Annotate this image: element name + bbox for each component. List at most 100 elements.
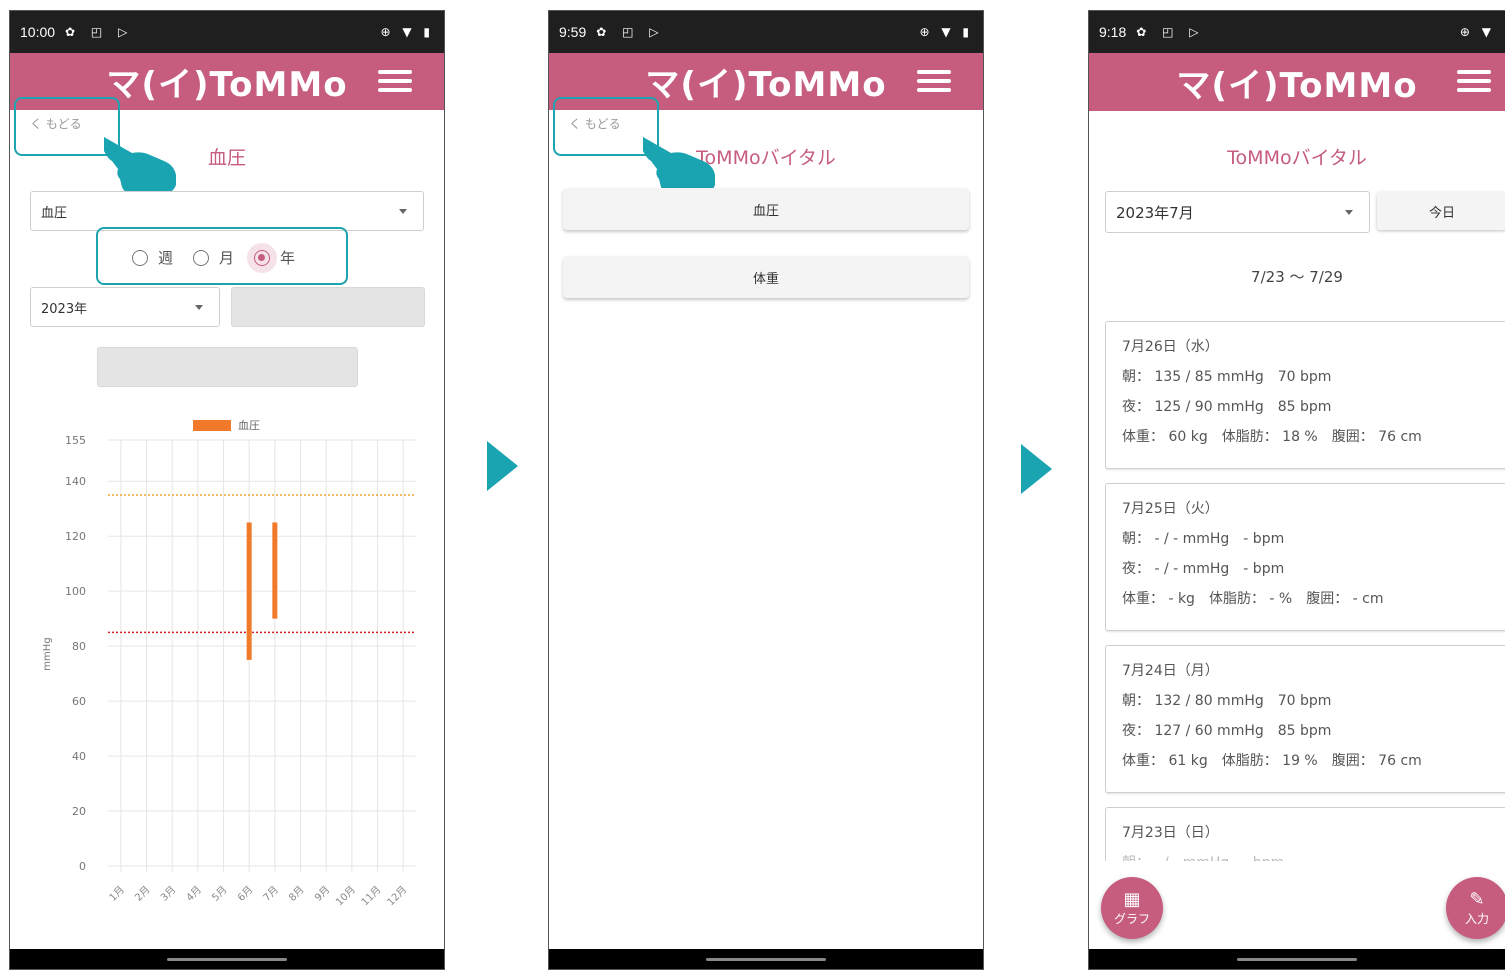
month-value: 2023年7月 — [1116, 203, 1194, 222]
card-morning: 朝： 132 / 80 mmHg 70 bpm — [1122, 693, 1332, 709]
card-morning: 朝： - / - mmHg - bpm — [1122, 531, 1285, 547]
vitals-card[interactable]: 7月25日（火） 朝： - / - mmHg - bpm 夜： - / - mm… — [1105, 483, 1505, 631]
disabled-button — [97, 347, 358, 387]
home-indicator[interactable] — [706, 958, 826, 961]
system-nav-bar — [10, 949, 444, 969]
card-date: 7月24日（月） — [1122, 663, 1219, 679]
y-tick-label: 0 — [79, 860, 86, 873]
month-select[interactable]: 2023年7月 — [1105, 191, 1370, 233]
app-logo: マ(イ)ToMMo — [106, 65, 348, 105]
app-header: マ(イ)ToMMo — [10, 53, 444, 110]
status-right-icons: ⊕ ▼ — [1459, 25, 1495, 39]
week-range: 7/23 ～ 7/29 — [1251, 268, 1343, 286]
x-tick-label: 9月 — [312, 884, 332, 904]
y-tick-label: 155 — [65, 434, 86, 447]
back-button[interactable]: く もどる — [30, 115, 82, 132]
home-indicator[interactable] — [167, 958, 287, 961]
chevron-down-icon — [399, 209, 407, 214]
x-tick-label: 4月 — [184, 884, 204, 904]
system-nav-bar — [549, 949, 983, 969]
status-right-icons: ⊕ ▼ ▮ — [380, 25, 434, 39]
page-title: ToMMoバイタル — [1227, 147, 1367, 169]
bp-range-bar — [272, 522, 278, 619]
vital-type-select[interactable]: 血圧 — [30, 191, 424, 231]
hamburger-icon[interactable] — [1457, 70, 1491, 92]
app-logo: マ(イ)ToMMo — [645, 65, 887, 105]
legend-label: 血圧 — [238, 418, 260, 432]
x-tick-label: 8月 — [287, 884, 307, 904]
year-value: 2023年 — [41, 301, 88, 317]
status-bar: 9:18 ✿ ◰ ▷ ⊕ ▼ — [1089, 11, 1505, 53]
x-tick-label: 3月 — [158, 884, 178, 904]
status-icons: ✿ ◰ ▷ — [65, 25, 134, 39]
weight-button[interactable]: 体重 — [563, 256, 969, 298]
card-body: 体重： - kg 体脂肪： - % 腹囲： - cm — [1122, 591, 1384, 607]
year-select[interactable]: 2023年 — [30, 287, 220, 327]
home-indicator[interactable] — [1237, 958, 1357, 961]
y-tick-label: 120 — [65, 530, 86, 543]
period-radio-group: 週 月 年 — [132, 242, 315, 273]
blood-pressure-button[interactable]: 血圧 — [563, 188, 969, 230]
app-header: マ(イ)ToMMo — [549, 53, 983, 110]
page-title: ToMMoバイタル — [696, 147, 836, 169]
status-time: 9:59 — [559, 24, 587, 40]
hamburger-icon[interactable] — [378, 70, 412, 92]
bp-range-bar — [246, 522, 252, 660]
status-bar: 10:00 ✿ ◰ ▷ ⊕ ▼ ▮ — [10, 11, 444, 53]
system-nav-bar — [1089, 949, 1505, 969]
blood-pressure-chart: 0 20 40 60 80 100 120 140 155 1月 2月 3月 4月 5月 6月 7月 8月 9月 1… — [10, 406, 444, 908]
hamburger-icon[interactable] — [917, 70, 951, 92]
vitals-card[interactable]: 7月23日（日） 朝： - / - mmHg - bpm — [1105, 807, 1505, 861]
radio-year[interactable]: 年 — [247, 242, 295, 273]
phone-screen-vitals-list: 9:18 ✿ ◰ ▷ ⊕ ▼ マ(イ)ToMMo ToMMoバイタル 2023年… — [1088, 10, 1505, 970]
chart-icon: ▦ — [1123, 888, 1141, 910]
flow-arrow-icon — [487, 441, 518, 491]
x-tick-label: 2月 — [133, 884, 153, 904]
y-tick-label: 40 — [72, 750, 86, 763]
card-night: 夜： 127 / 60 mmHg 85 bpm — [1122, 723, 1332, 739]
input-fab-label: 入力 — [1464, 911, 1489, 926]
x-tick-label: 11月 — [359, 884, 384, 906]
y-tick-label: 140 — [65, 475, 86, 488]
status-right-icons: ⊕ ▼ ▮ — [919, 25, 973, 39]
vitals-card[interactable]: 7月26日（水） 朝： 135 / 85 mmHg 70 bpm 夜： 125 … — [1105, 321, 1505, 469]
today-button[interactable]: 今日 — [1377, 192, 1505, 230]
vitals-list[interactable]: 7月26日（水） 朝： 135 / 85 mmHg 70 bpm 夜： 125 … — [1105, 319, 1505, 861]
radio-month[interactable]: 月 — [193, 247, 234, 268]
y-tick-label: 60 — [72, 695, 86, 708]
status-icons: ✿ ◰ ▷ — [1136, 25, 1205, 39]
vitals-card[interactable]: 7月24日（月） 朝： 132 / 80 mmHg 70 bpm 夜： 127 … — [1105, 645, 1505, 793]
card-date: 7月25日（火） — [1122, 501, 1219, 517]
chart-svg: 0204060801001201401551月 2月 3月 4月 5月 6月 7月 8月 9月 1… — [42, 418, 416, 908]
graph-fab[interactable]: ▦ グラフ — [1101, 877, 1163, 939]
x-tick-label: 12月 — [385, 884, 410, 906]
flow-arrow-icon — [1021, 444, 1052, 494]
y-tick-label: 100 — [65, 585, 86, 598]
disabled-field — [231, 287, 425, 327]
chevron-down-icon — [195, 305, 203, 310]
status-time: 9:18 — [1099, 24, 1127, 40]
page-title: 血圧 — [207, 147, 246, 169]
pencil-icon: ✎ — [1469, 888, 1485, 910]
x-tick-label: 5月 — [210, 884, 230, 904]
card-date: 7月26日（水） — [1122, 339, 1219, 355]
card-morning: 朝： 135 / 85 mmHg 70 bpm — [1122, 369, 1332, 385]
y-tick-label: 20 — [72, 805, 86, 818]
vital-type-value: 血圧 — [41, 205, 68, 221]
app-header: マ(イ)ToMMo — [1089, 53, 1505, 111]
app-logo: マ(イ)ToMMo — [1176, 65, 1418, 106]
status-time: 10:00 — [20, 24, 56, 40]
phone-screen-vitals-menu: 9:59 ✿ ◰ ▷ ⊕ ▼ ▮ マ(イ)ToMMo く もどる ToMMoバイ… — [548, 10, 984, 970]
input-fab[interactable]: ✎ 入力 — [1446, 877, 1505, 939]
status-icons: ✿ ◰ ▷ — [596, 25, 665, 39]
card-date: 7月23日（日） — [1122, 825, 1219, 841]
radio-week[interactable]: 週 — [132, 247, 173, 268]
card-body: 体重： 60 kg 体脂肪： 18 % 腹囲： 76 cm — [1122, 429, 1422, 445]
graph-fab-label: グラフ — [1113, 911, 1150, 926]
x-tick-label: 6月 — [235, 884, 255, 904]
chevron-down-icon — [1345, 210, 1353, 215]
card-night: 夜： - / - mmHg - bpm — [1122, 561, 1285, 577]
back-button[interactable]: く もどる — [569, 115, 621, 132]
status-bar: 9:59 ✿ ◰ ▷ ⊕ ▼ ▮ — [549, 11, 983, 53]
phone-screen-blood-pressure: 10:00 ✿ ◰ ▷ ⊕ ▼ ▮ マ(イ)ToMMo く もどる 血圧 血圧 … — [9, 10, 445, 970]
